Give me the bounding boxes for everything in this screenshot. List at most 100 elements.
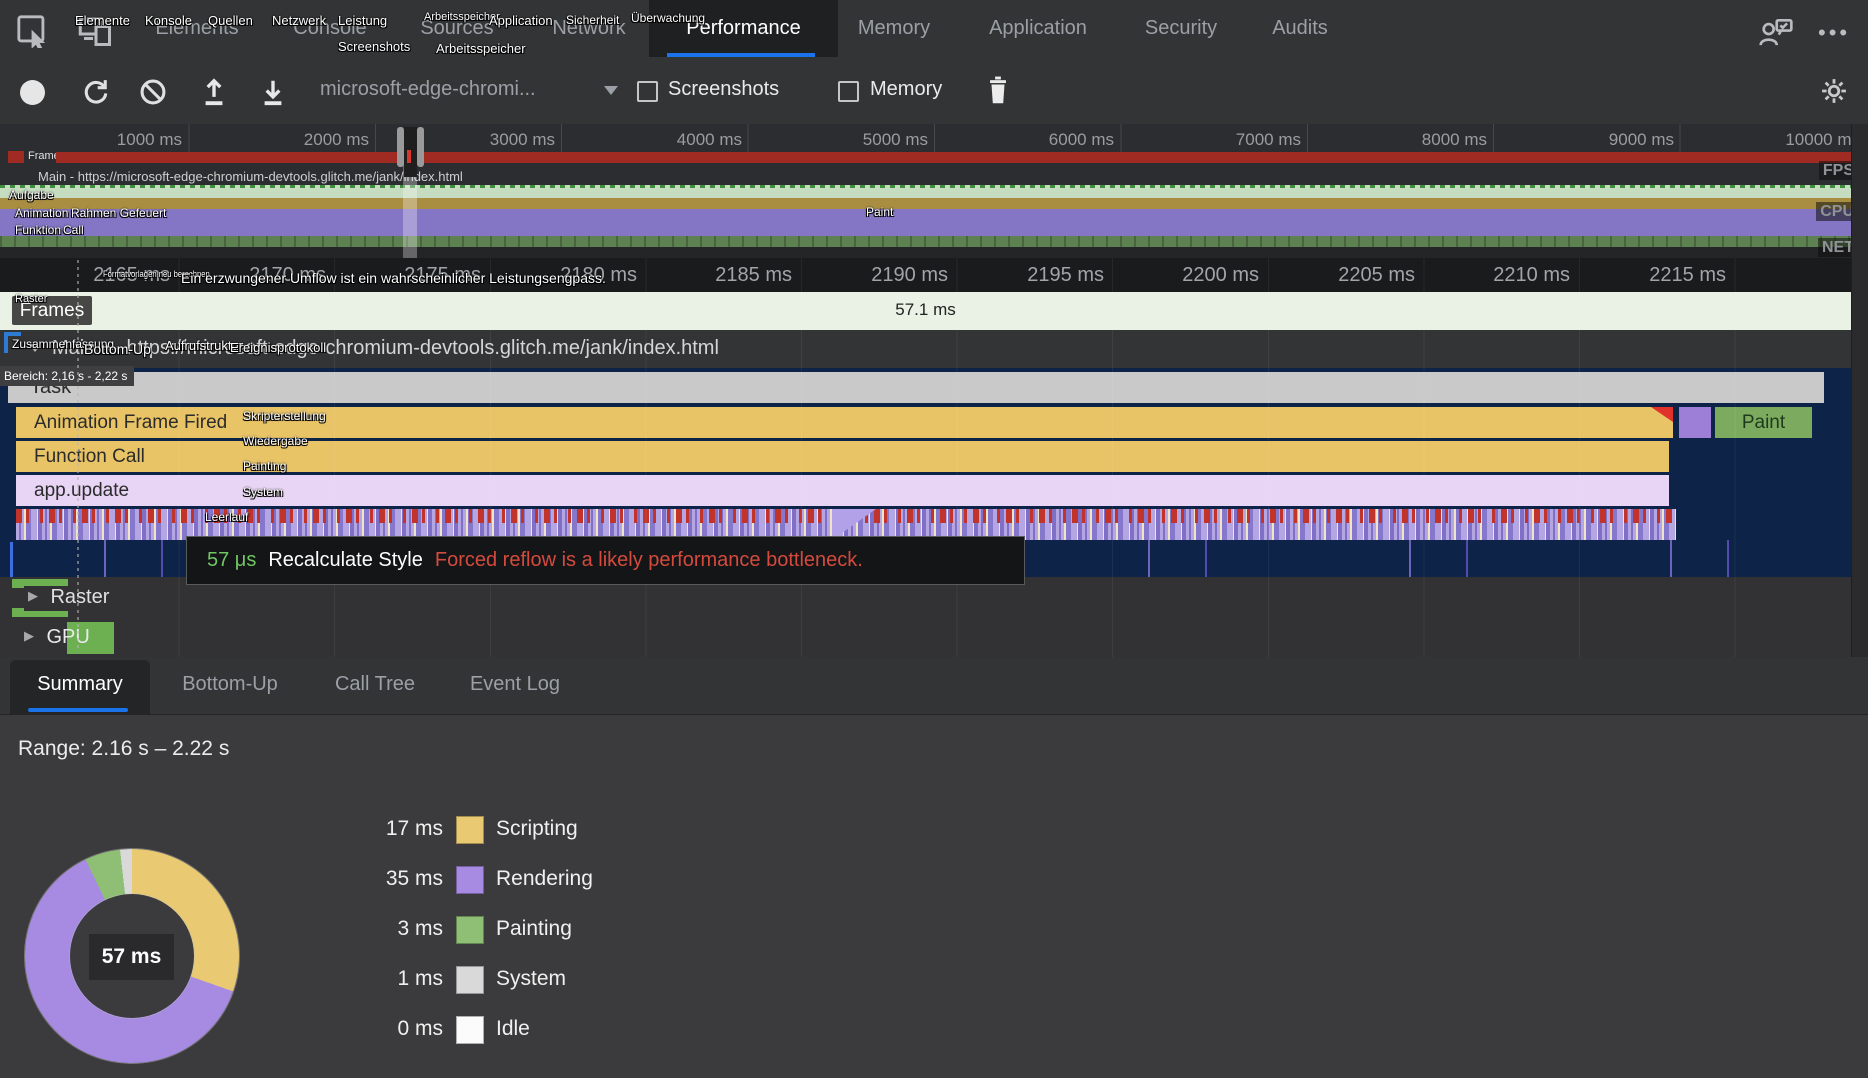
trash-icon[interactable]	[985, 75, 1011, 107]
gpu-expander[interactable]: ▶ GPU	[24, 626, 90, 649]
memory-checkbox[interactable]	[838, 81, 859, 102]
selection-handle-right[interactable]	[417, 127, 424, 167]
tab-security[interactable]: Security	[1134, 0, 1228, 57]
tooltip-event-name: Recalculate Style	[268, 549, 423, 572]
detail-tick: 2190 ms	[848, 264, 948, 287]
load-profile-icon[interactable]	[200, 77, 228, 107]
screenshots-checkbox[interactable]	[637, 81, 658, 102]
flame-bar-composite[interactable]	[1679, 407, 1711, 438]
vertical-scrollbar[interactable]	[1851, 124, 1868, 657]
overview-tick: 6000 ms	[1022, 130, 1114, 150]
overlay-netzwerk: Netzwerk	[272, 13, 326, 28]
detail-tick: 2200 ms	[1159, 264, 1259, 287]
overview-tick: 2000 ms	[277, 130, 369, 150]
flame-bar-aff-label: Animation Frame Fired	[34, 412, 227, 434]
painting-swatch	[456, 916, 484, 944]
overlay-bottom-up: Bottom-Up	[84, 341, 151, 357]
detail-tick: 2210 ms	[1470, 264, 1570, 287]
performance-toolbar: microsoft-edge-chromi... Screenshots Mem…	[0, 58, 1868, 125]
frames-strip-bar	[56, 152, 1851, 163]
tab-performance-underline	[667, 53, 815, 57]
legend-label: Painting	[496, 904, 572, 954]
record-button[interactable]	[20, 80, 45, 105]
expander-triangle-icon: ▶	[24, 628, 34, 643]
profile-select[interactable]: microsoft-edge-chromi...	[320, 78, 536, 101]
tab-performance[interactable]: Performance	[649, 0, 838, 57]
overview-main-url: Main - https://microsoft-edge-chromium-d…	[38, 169, 463, 184]
legend-label: Total	[496, 1063, 545, 1078]
idle-swatch	[456, 1016, 484, 1044]
flame-bar-fc-label: Function Call	[34, 446, 145, 468]
legend-row-idle: 0 ms Idle	[0, 1004, 760, 1054]
screenshots-label[interactable]: Screenshots	[668, 78, 779, 101]
memory-label[interactable]: Memory	[870, 78, 942, 101]
inspect-icon[interactable]	[16, 14, 50, 48]
tab-event-log[interactable]: Event Log	[455, 657, 575, 711]
frames-strip-chip	[8, 151, 24, 163]
tab-audits[interactable]: Audits	[1262, 0, 1338, 57]
legend-value: 1 ms	[303, 954, 443, 1004]
raster-expander[interactable]: ▶ Raster	[24, 586, 119, 611]
guide-dotted-line	[77, 260, 79, 652]
main-track-title: Main — https://microsoft-edge-chromium-d…	[52, 337, 719, 360]
bereich-overlay: Bereich: 2,16 s - 2,22 s	[0, 366, 134, 386]
network-band	[0, 247, 1851, 258]
clear-icon[interactable]	[139, 78, 167, 106]
legend-value: 17 ms	[303, 804, 443, 854]
overlay-skripterstellung: Skripterstellung	[243, 409, 326, 423]
overlay-quellen: Quellen	[208, 13, 253, 28]
tab-network[interactable]: Network	[543, 0, 635, 57]
tab-summary-underline	[28, 708, 128, 712]
fps-chart-band	[0, 185, 1851, 198]
reload-icon[interactable]	[82, 78, 110, 106]
overlay-ueberwachung: Überwachung	[631, 11, 705, 25]
legend-value: 35 ms	[303, 854, 443, 904]
scripting-swatch	[456, 816, 484, 844]
overview-tick: 8000 ms	[1395, 130, 1487, 150]
selected-event-marker	[10, 542, 13, 577]
tab-elements[interactable]: Elements	[149, 0, 245, 57]
tab-application[interactable]: Application	[986, 0, 1090, 57]
tab-summary[interactable]: Summary	[10, 657, 150, 711]
cpu-scripting-band	[0, 198, 1851, 209]
overview-tick: 5000 ms	[836, 130, 928, 150]
legend-value: 57 ms	[303, 1063, 443, 1078]
overlay-painting: Painting	[243, 459, 286, 473]
legend-row-rendering: 35 ms Rendering	[0, 854, 760, 904]
legend-row-total: 57 ms Total	[0, 1063, 760, 1078]
rendering-swatch	[456, 866, 484, 894]
summary-panel: Range: 2.16 s – 2.22 s 57 ms 17 ms Scrip…	[0, 714, 1868, 1078]
selection-handle-left[interactable]	[397, 127, 404, 167]
overlay-umflow: Ein erzwungener Umflow ist ein wahrschei…	[181, 270, 606, 286]
cpu-painting-band	[0, 236, 1851, 247]
detail-tick: 2185 ms	[692, 264, 792, 287]
more-menu-icon[interactable]: •••	[1818, 20, 1850, 46]
gear-icon[interactable]	[1820, 77, 1848, 105]
frames-track[interactable]: Frames 57.1 ms	[0, 292, 1851, 331]
overlay-call: Call	[63, 223, 84, 237]
overview-tick: 3000 ms	[463, 130, 555, 150]
legend-value: 3 ms	[303, 904, 443, 954]
dropdown-arrow-icon[interactable]	[604, 86, 618, 95]
expander-triangle-icon: ▶	[28, 588, 38, 603]
legend-value: 0 ms	[303, 1004, 443, 1054]
feedback-icon[interactable]	[1757, 17, 1795, 47]
legend-label: Idle	[496, 1004, 530, 1054]
tab-call-tree[interactable]: Call Tree	[325, 657, 425, 711]
flame-bar-task[interactable]: Task	[8, 372, 1824, 403]
tab-memory[interactable]: Memory	[848, 0, 940, 57]
gpu-track[interactable]: ▶ GPU	[0, 620, 1851, 658]
flame-bar-app-label: app.update	[34, 480, 129, 502]
overlay-aufgabe: Aufgabe	[9, 188, 54, 202]
overlay-animation: Animation	[15, 206, 68, 220]
flame-bar-paint[interactable]: Paint	[1715, 407, 1812, 438]
tab-bottom-up[interactable]: Bottom-Up	[165, 657, 295, 711]
tooltip-warning: Forced reflow is a likely performance bo…	[435, 549, 863, 572]
overlay-rahmen-gefeuert: Rahmen Gefeuert	[71, 206, 166, 220]
legend-label: Scripting	[496, 804, 578, 854]
overlay-application: Application	[489, 13, 553, 28]
gpu-track-label: GPU	[46, 626, 89, 648]
overlay-arbeitsspeicher-bottom: Arbeitsspeicher	[436, 41, 526, 56]
timeline-overview[interactable]: 1000 ms 2000 ms 3000 ms 4000 ms 5000 ms …	[0, 124, 1868, 258]
save-profile-icon[interactable]	[259, 77, 287, 107]
